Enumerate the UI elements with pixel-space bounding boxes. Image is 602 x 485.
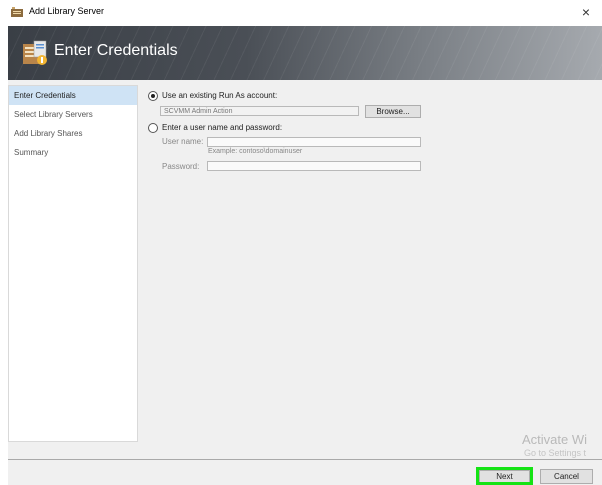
credentials-wizard-icon [23,40,47,65]
manual-option-label: Enter a user name and password: [162,123,283,132]
username-hint: Example: contoso\domainuser [208,148,303,155]
runas-account-field[interactable]: SCVMM Admin Action [160,106,359,116]
password-field[interactable] [207,161,421,171]
page-title: Enter Credentials [54,42,178,59]
username-field[interactable] [207,137,421,147]
library-server-icon [11,7,23,17]
wizard-banner: Enter Credentials [8,26,602,80]
manual-credentials-radio[interactable] [148,123,158,133]
nav-item-summary[interactable]: Summary [9,143,137,162]
next-button-highlight [476,467,533,485]
username-label: User name: [162,137,204,146]
window-title: Add Library Server [29,6,105,16]
activation-watermark-title: Activate Wi [522,432,588,447]
title-bar: Add Library Server × [0,0,602,24]
activation-watermark-subtitle: Go to Settings t [524,448,587,458]
nav-item-enter-credentials[interactable]: Enter Credentials [9,86,137,105]
nav-item-add-library-shares[interactable]: Add Library Shares [9,124,137,143]
wizard-nav: Enter Credentials Select Library Servers… [8,85,138,442]
close-button[interactable]: × [576,2,596,22]
nav-item-select-library-servers[interactable]: Select Library Servers [9,105,137,124]
cancel-button[interactable]: Cancel [540,469,593,484]
password-label: Password: [162,162,200,171]
runas-option-label: Use an existing Run As account: [162,91,278,100]
browse-button[interactable]: Browse... [365,105,421,118]
runas-radio[interactable] [148,91,158,101]
